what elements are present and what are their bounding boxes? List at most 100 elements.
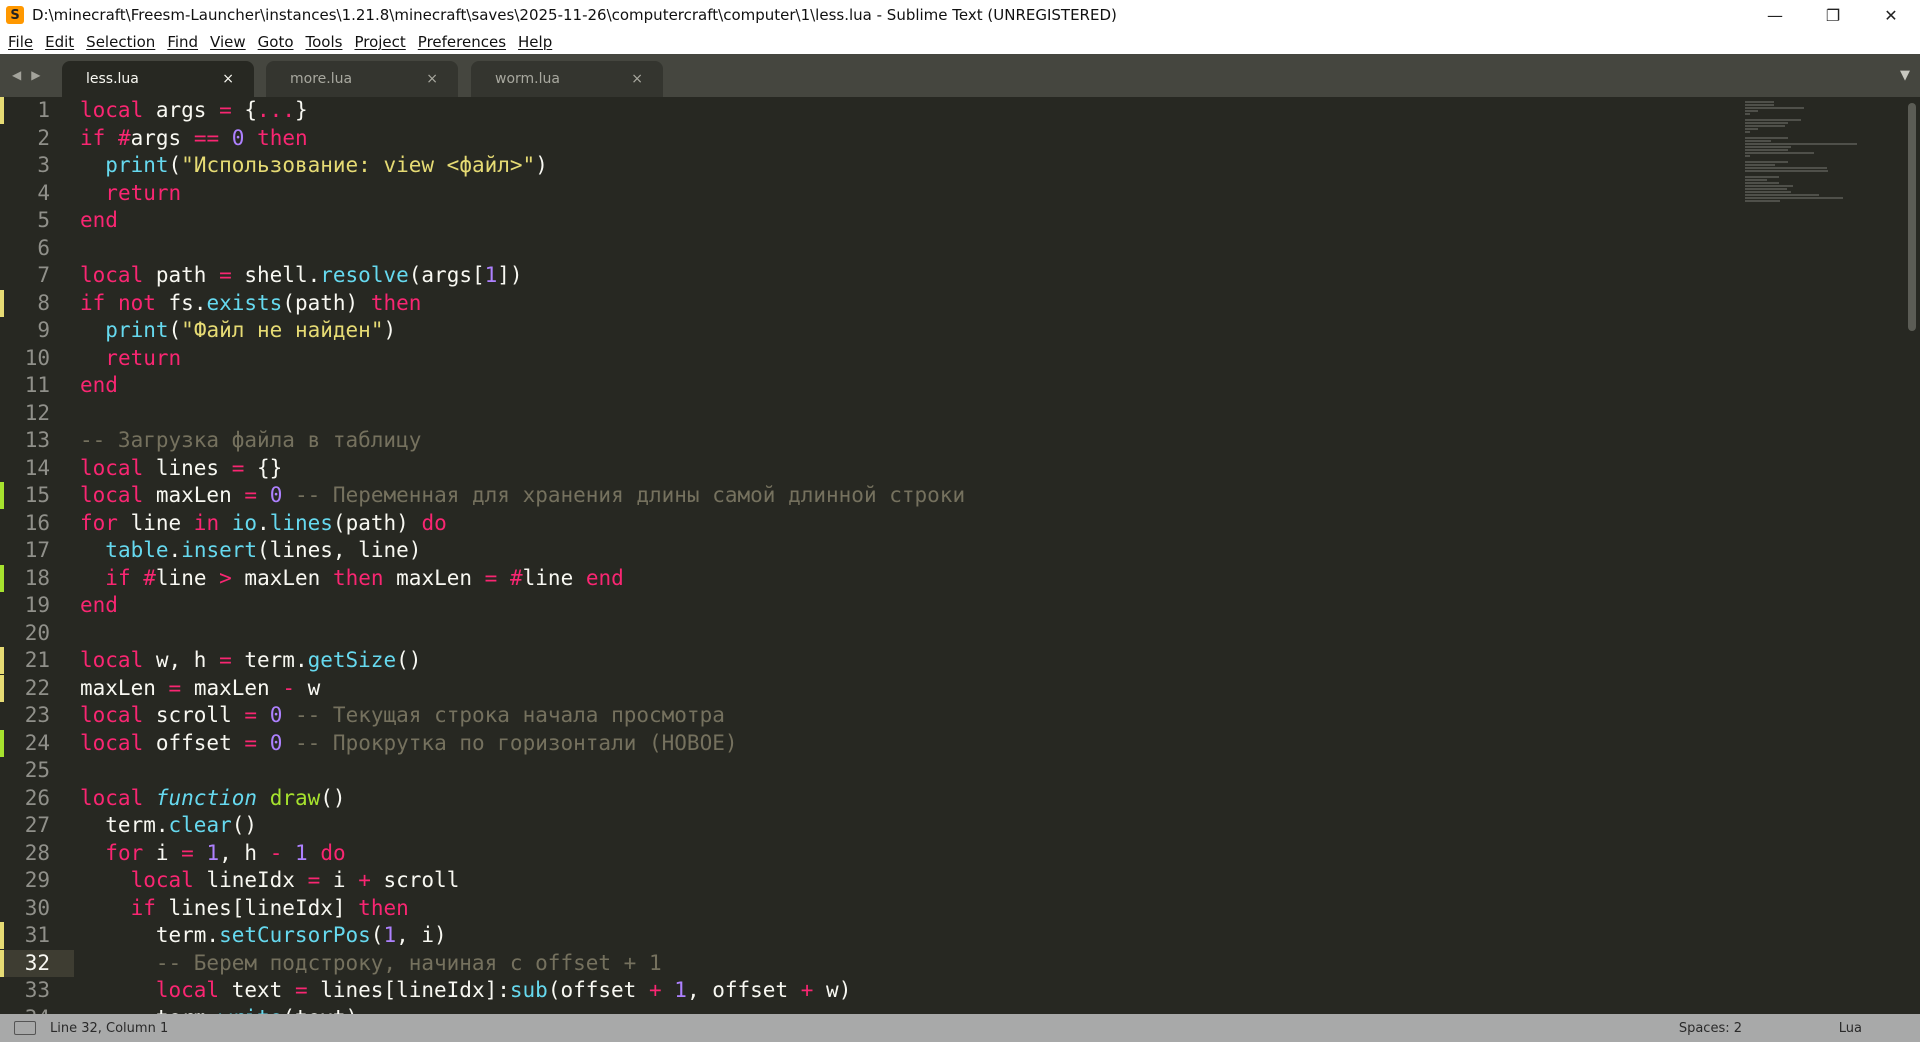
menu-help[interactable]: Help <box>512 33 558 51</box>
minimap-line <box>1745 200 1781 202</box>
line-number: 5 <box>37 208 50 232</box>
menu-goto[interactable]: Goto <box>252 33 300 51</box>
code-line[interactable]: term.setCursorPos(1, i) <box>80 922 447 950</box>
tab-back-icon[interactable]: ◀ <box>12 68 21 82</box>
code-line[interactable]: if not fs.exists(path) then <box>80 290 421 318</box>
tab-close-icon[interactable]: × <box>426 71 438 87</box>
close-window-button[interactable]: ✕ <box>1862 0 1920 30</box>
menu-project[interactable]: Project <box>348 33 411 51</box>
code-token: (offset <box>547 978 649 1002</box>
code-line[interactable]: for line in io.lines(path) do <box>80 510 447 538</box>
code-token: {} <box>244 455 283 480</box>
minimap[interactable] <box>1745 97 1905 1014</box>
code-line[interactable]: if lines[lineIdx] then <box>80 895 409 923</box>
code-token: maxLen <box>383 565 485 590</box>
code-line[interactable]: print("Использование: view <файл>") <box>80 152 548 180</box>
menu-tools[interactable]: Tools <box>300 33 349 51</box>
minimap-line <box>1745 161 1789 163</box>
code-token: exists <box>206 290 283 315</box>
code-line[interactable]: term.write(text) <box>80 1005 358 1015</box>
code-token: end <box>80 373 118 397</box>
code-line[interactable]: end <box>80 592 118 620</box>
tab-nav-arrows: ◀ ▶ <box>12 68 40 82</box>
tab-list-chevron-down-icon[interactable]: ▼ <box>1900 68 1910 83</box>
code-line[interactable]: if #args == 0 then <box>80 125 308 153</box>
code-line[interactable]: -- Загрузка файла в таблицу <box>80 427 421 455</box>
code-token: setCursorPos <box>219 923 371 947</box>
code-token: line <box>522 565 586 590</box>
minimap-line <box>1745 155 1750 157</box>
code-line[interactable]: -- Берем подстроку, начиная с offset + 1 <box>80 950 662 978</box>
code-token: end <box>80 208 118 232</box>
panel-toggle-icon[interactable] <box>14 1021 36 1035</box>
line-number: 9 <box>37 318 50 342</box>
code-line[interactable]: local lineIdx = i + scroll <box>80 867 460 895</box>
code-line[interactable]: table.insert(lines, line) <box>80 537 421 565</box>
code-line[interactable]: local path = shell.resolve(args[1]) <box>80 262 523 290</box>
menu-find[interactable]: Find <box>161 33 204 51</box>
line-number: 23 <box>24 703 50 727</box>
code-line[interactable]: local maxLen = 0 -- Переменная для хране… <box>80 482 965 510</box>
code-line[interactable]: end <box>80 372 118 400</box>
code-token: shell. <box>231 263 321 287</box>
code-area[interactable]: local args = {...} if #args == 0 then pri… <box>80 97 1700 1014</box>
code-token: lines[lineIdx]: <box>307 978 510 1002</box>
status-right-group: Spaces: 2 Lua <box>1662 1014 1862 1042</box>
code-line[interactable]: local lines = {} <box>80 455 282 483</box>
code-token: term. <box>80 1006 219 1015</box>
cursor-position[interactable]: Line 32, Column 1 <box>50 1021 168 1036</box>
code-line[interactable]: local text = lines[lineIdx]:sub(offset +… <box>80 977 851 1005</box>
code-line[interactable]: if #line > maxLen then maxLen = #line en… <box>80 565 624 593</box>
menu-selection[interactable]: Selection <box>80 33 161 51</box>
code-token: 0 <box>231 125 245 150</box>
code-line[interactable]: local w, h = term.getSize() <box>80 647 421 675</box>
code-token: lines <box>143 455 232 480</box>
code-token: -- Текущая строка начала просмотра <box>295 703 725 727</box>
code-editor[interactable]: 1 2 3 4 5 6 7 8 9 10 11 12 13 14 15 16 17 18 19 20 21 22 23 24 2… <box>0 97 1920 1014</box>
code-token: local <box>130 868 194 892</box>
code-token: 1 <box>674 978 687 1002</box>
vertical-scrollbar[interactable] <box>1905 97 1920 1014</box>
restore-button[interactable]: ❐ <box>1804 0 1862 30</box>
code-line[interactable]: return <box>80 345 181 373</box>
code-token: sub <box>509 978 548 1002</box>
code-line[interactable]: print("Файл не найден") <box>80 317 396 345</box>
tab-close-icon[interactable]: × <box>222 71 234 87</box>
code-line[interactable]: local function draw() <box>80 785 346 813</box>
code-line[interactable]: local scroll = 0 -- Текущая строка начал… <box>80 702 725 730</box>
code-line[interactable]: for i = 1, h - 1 do <box>80 840 345 868</box>
menu-view[interactable]: View <box>204 33 252 51</box>
code-token: - <box>269 840 283 865</box>
code-line[interactable]: local offset = 0 -- Прокрутка по горизон… <box>80 730 738 758</box>
code-line[interactable]: maxLen = maxLen - w <box>80 675 320 703</box>
tab-worm-lua[interactable]: worm.lua × <box>471 61 663 97</box>
minimap-line <box>1745 146 1792 148</box>
menu-file[interactable]: File <box>0 33 39 51</box>
title-bar: S D:\minecraft\Freesm-Launcher\instances… <box>0 0 1920 30</box>
tab-close-icon[interactable]: × <box>631 71 643 87</box>
minimize-button[interactable]: — <box>1746 0 1804 30</box>
minimap-line <box>1745 191 1792 193</box>
syntax-selector[interactable]: Lua <box>1839 1021 1862 1036</box>
code-line[interactable]: return <box>80 180 181 208</box>
code-line[interactable]: local args = {...} <box>80 97 308 125</box>
minimap-line <box>1745 149 1789 151</box>
indentation-setting[interactable]: Spaces: 2 <box>1679 1021 1742 1036</box>
scrollbar-thumb[interactable] <box>1908 103 1916 331</box>
code-line[interactable]: end <box>80 207 118 235</box>
tab-less-lua[interactable]: less.lua × <box>62 61 254 97</box>
code-token: -- Загрузка файла в таблицу <box>80 428 422 452</box>
code-token: # <box>143 565 156 590</box>
code-line[interactable]: term.clear() <box>80 812 257 840</box>
minimap-line <box>1745 194 1819 196</box>
tab-forward-icon[interactable]: ▶ <box>31 68 40 82</box>
tab-more-lua[interactable]: more.lua × <box>266 61 458 97</box>
code-token: insert <box>181 538 258 562</box>
line-number: 33 <box>24 978 50 1002</box>
menu-preferences[interactable]: Preferences <box>412 33 512 51</box>
code-token: # <box>117 125 131 150</box>
menu-edit[interactable]: Edit <box>39 33 80 51</box>
